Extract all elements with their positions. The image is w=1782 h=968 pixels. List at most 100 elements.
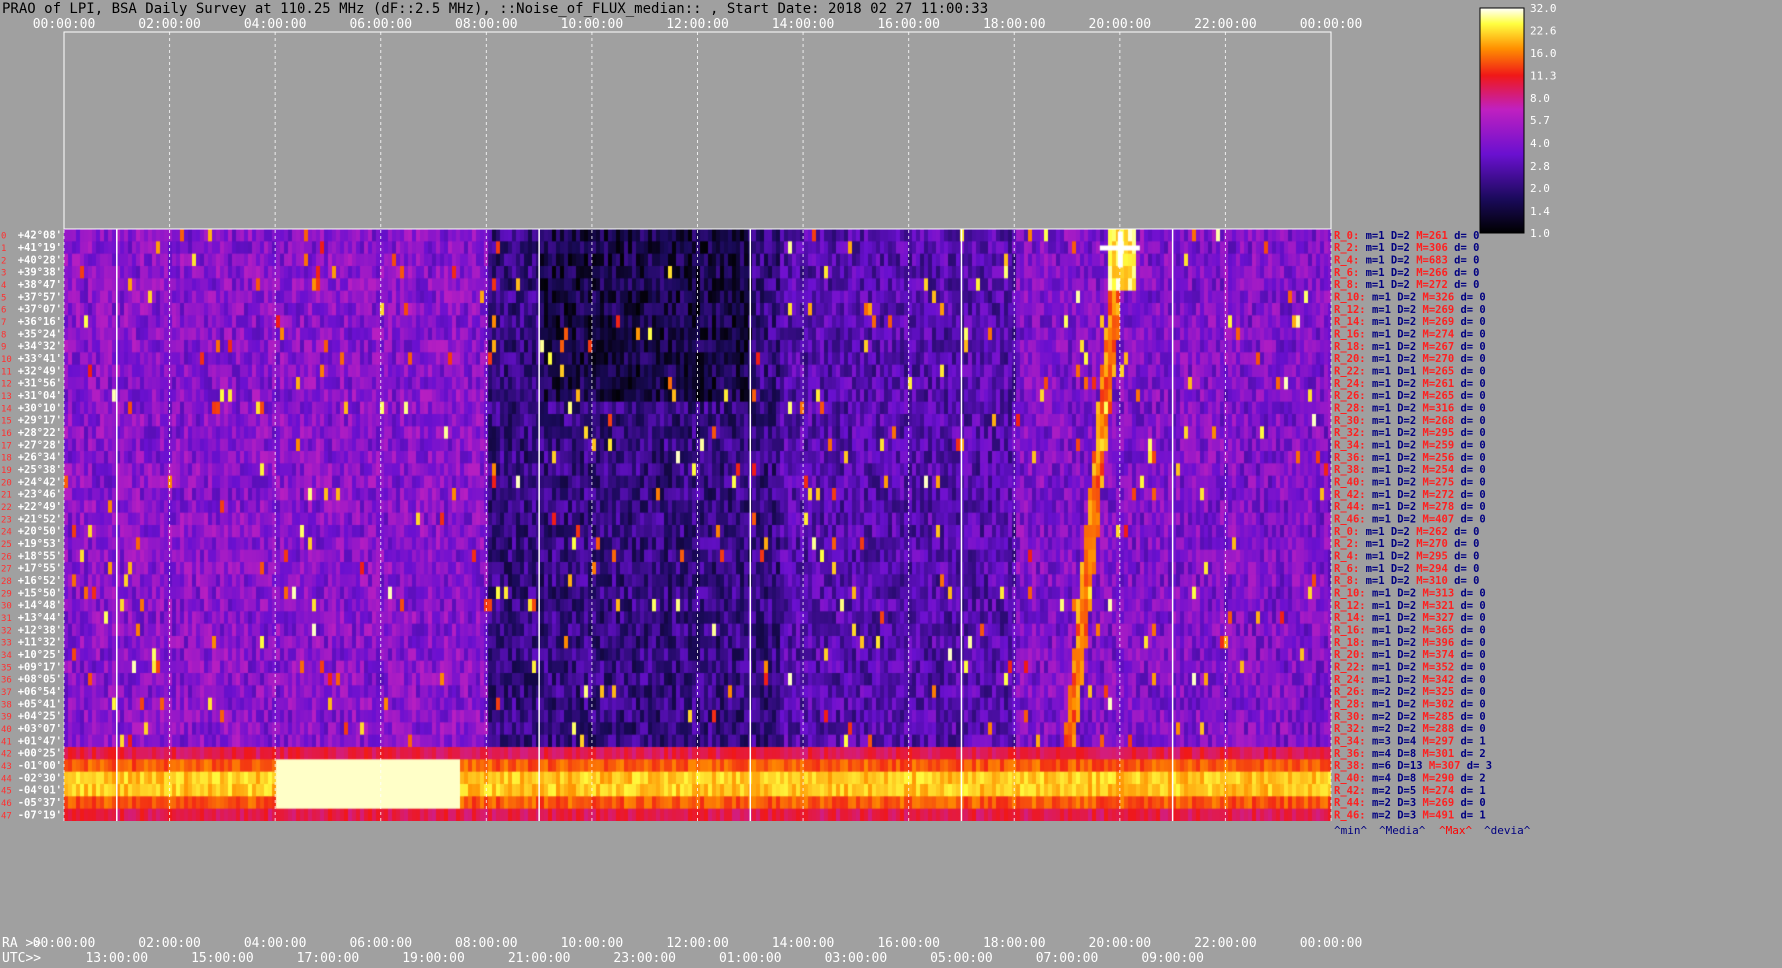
row-stat: R_32: m=2 D=2 M=288 d= 0 <box>1334 723 1486 735</box>
utc-tick: 21:00:00 <box>508 951 571 966</box>
row-index: 25 <box>1 540 12 550</box>
row-stat: R_44: m=2 D=3 M=269 d= 0 <box>1334 797 1486 809</box>
colorbar-tick: 5.7 <box>1530 114 1550 127</box>
row-stat: R_10: m=1 D=2 M=326 d= 0 <box>1334 292 1486 304</box>
row-stat: R_16: m=1 D=2 M=365 d= 0 <box>1334 625 1486 637</box>
row-index: 6 <box>1 306 6 316</box>
ra-tick: 04:00:00 <box>244 936 307 951</box>
declination-label: +42°08' <box>18 230 62 242</box>
declination-label: +25°38' <box>18 464 62 476</box>
top-time-tick: 02:00:00 <box>138 17 201 32</box>
row-stat: R_8: m=1 D=2 M=310 d= 0 <box>1334 575 1479 587</box>
row-stat: R_32: m=1 D=2 M=295 d= 0 <box>1334 427 1486 439</box>
row-stat: R_4: m=1 D=2 M=683 d= 0 <box>1334 255 1479 267</box>
declination-label: +27°28' <box>18 439 62 451</box>
colorbar-tick: 1.0 <box>1530 227 1550 240</box>
row-index: 17 <box>1 441 12 451</box>
declination-label: +00°25' <box>18 748 62 760</box>
row-index: 13 <box>1 392 12 402</box>
declination-label: +31°56' <box>18 378 62 390</box>
row-index: 16 <box>1 429 12 439</box>
row-index: 42 <box>1 750 12 760</box>
row-stat: R_24: m=1 D=2 M=342 d= 0 <box>1334 674 1486 686</box>
declination-label: +10°25' <box>18 649 62 661</box>
declination-label: +14°48' <box>18 600 62 612</box>
row-stat: R_18: m=1 D=2 M=267 d= 0 <box>1334 341 1486 353</box>
row-stat: R_46: m=2 D=3 M=491 d= 1 <box>1334 810 1486 822</box>
top-time-tick: 14:00:00 <box>772 17 835 32</box>
top-time-tick: 00:00:00 <box>33 17 96 32</box>
ra-tick: 02:00:00 <box>138 936 201 951</box>
row-index: 31 <box>1 614 12 624</box>
row-stat: R_20: m=1 D=2 M=270 d= 0 <box>1334 353 1486 365</box>
row-stat: R_12: m=1 D=2 M=321 d= 0 <box>1334 600 1486 612</box>
row-stat: R_0: m=1 D=2 M=262 d= 0 <box>1334 526 1479 538</box>
top-time-tick: 18:00:00 <box>983 17 1046 32</box>
declination-label: +08°05' <box>18 674 62 686</box>
declination-label: +37°57' <box>18 291 62 303</box>
utc-tick: 17:00:00 <box>297 951 360 966</box>
declination-label: +01°47' <box>18 735 62 747</box>
row-index: 9 <box>1 343 6 353</box>
colorbar-tick: 2.8 <box>1530 160 1550 173</box>
row-index: 4 <box>1 281 6 291</box>
row-index: 20 <box>1 478 12 488</box>
row-stat: R_20: m=1 D=2 M=374 d= 0 <box>1334 649 1486 661</box>
declination-label: +34°32' <box>18 341 62 353</box>
declination-label: +29°17' <box>18 415 62 427</box>
row-stat: R_36: m=4 D=8 M=301 d= 2 <box>1334 748 1486 760</box>
declination-label: +40°28' <box>18 254 62 266</box>
row-stat: R_0: m=1 D=2 M=261 d= 0 <box>1334 230 1479 242</box>
declination-label: +11°32' <box>18 637 62 649</box>
row-index: 38 <box>1 700 12 710</box>
colorbar-tick: 32.0 <box>1530 2 1557 15</box>
top-time-tick: 16:00:00 <box>877 17 940 32</box>
row-stat: R_22: m=1 D=2 M=352 d= 0 <box>1334 662 1486 674</box>
ra-tick: 08:00:00 <box>455 936 518 951</box>
row-index: 46 <box>1 799 12 809</box>
row-index: 43 <box>1 762 12 772</box>
row-index: 27 <box>1 565 12 575</box>
row-stat: R_36: m=1 D=2 M=256 d= 0 <box>1334 452 1486 464</box>
row-stat: R_40: m=4 D=8 M=290 d= 2 <box>1334 773 1486 785</box>
row-index: 7 <box>1 318 6 328</box>
row-index: 35 <box>1 663 12 673</box>
declination-label: +32°49' <box>18 365 62 377</box>
declination-label: +33°41' <box>18 353 62 365</box>
ra-tick: 18:00:00 <box>983 936 1046 951</box>
row-index: 32 <box>1 626 12 636</box>
declination-label: +38°47' <box>18 279 62 291</box>
row-index: 33 <box>1 639 12 649</box>
row-index: 11 <box>1 367 12 377</box>
row-stats: R_0: m=1 D=2 M=261 d= 0R_2: m=1 D=2 M=30… <box>1334 230 1531 837</box>
declination-label: +22°49' <box>18 501 62 513</box>
row-index: 19 <box>1 466 12 476</box>
colorbar-tick: 16.0 <box>1530 47 1557 60</box>
declination-label: +21°52' <box>18 513 62 525</box>
stats-legend-label: ^Max^ <box>1439 824 1472 837</box>
declination-label: +09°17' <box>18 661 62 673</box>
row-index: 37 <box>1 688 12 698</box>
survey-viewer: PRAO of LPI, BSA Daily Survey at 110.25 … <box>0 0 1782 968</box>
stats-legend-label: ^Media^ <box>1379 824 1426 837</box>
top-time-tick: 10:00:00 <box>561 17 624 32</box>
declination-label: +24°42' <box>18 476 62 488</box>
declination-label: -05°37' <box>18 797 62 809</box>
row-labels: 0 +42°08' 1 +41°19' 2 +40°28' 3 +39°38' 4 +38°47'… <box>1 230 62 822</box>
row-index: 44 <box>1 774 12 784</box>
row-stat: R_2: m=1 D=2 M=270 d= 0 <box>1334 538 1479 550</box>
declination-label: +12°38' <box>18 624 62 636</box>
row-stat: R_26: m=2 D=2 M=325 d= 0 <box>1334 686 1486 698</box>
utc-tick: 13:00:00 <box>85 951 148 966</box>
row-stat: R_42: m=1 D=2 M=272 d= 0 <box>1334 489 1486 501</box>
dynamic-spectrum-chart: 00:00:00 02:00:00 04:00:00 06:00:00 08:00:00… <box>1 2 1557 966</box>
ra-tick: 10:00:00 <box>561 936 624 951</box>
row-stat: R_12: m=1 D=2 M=269 d= 0 <box>1334 304 1486 316</box>
declination-label: +17°55' <box>18 563 62 575</box>
declination-label: +28°22' <box>18 427 62 439</box>
row-index: 12 <box>1 380 12 390</box>
row-stat: R_42: m=2 D=5 M=274 d= 1 <box>1334 785 1486 797</box>
row-index: 29 <box>1 589 12 599</box>
colorbar-tick: 8.0 <box>1530 92 1550 105</box>
top-time-tick: 20:00:00 <box>1089 17 1152 32</box>
